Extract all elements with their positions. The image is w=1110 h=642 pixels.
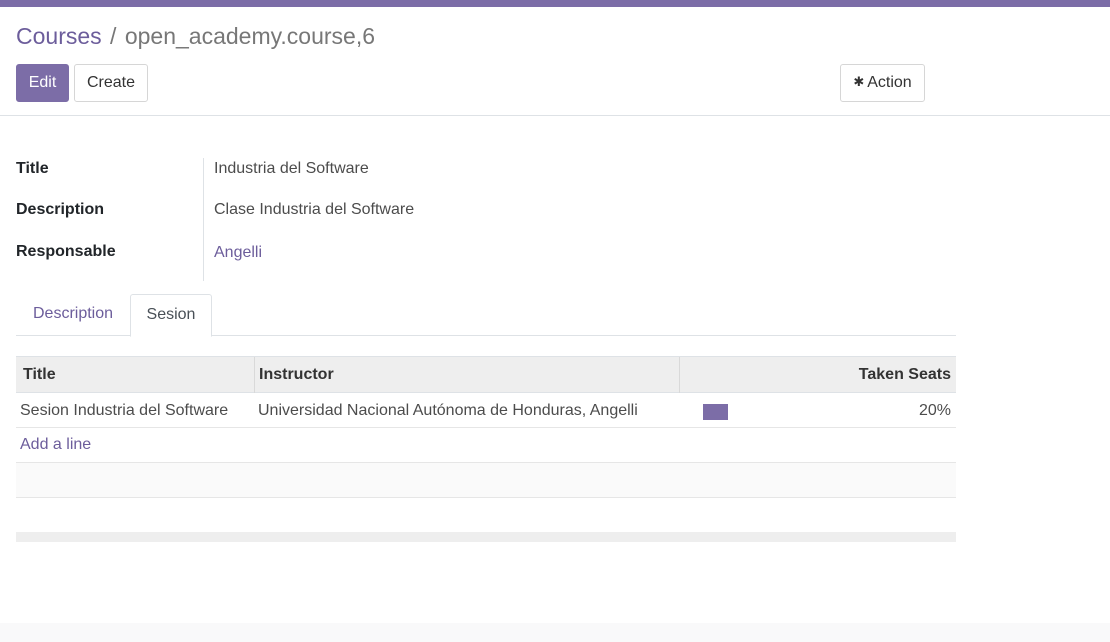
breadcrumb-courses-link[interactable]: Courses [16,23,102,49]
action-button[interactable]: ✱ Action [840,64,925,102]
column-header-taken-seats[interactable]: Taken Seats [859,357,951,393]
edit-button[interactable]: Edit [16,64,69,102]
form-view: Courses / open_academy.course,6 Edit Cre… [0,7,1110,623]
breadcrumb-separator: / [110,23,117,49]
empty-row [16,463,956,498]
control-panel: Courses / open_academy.course,6 Edit Cre… [0,7,1110,116]
cell-title: Sesion Industria del Software [20,402,229,419]
empty-row [16,498,956,533]
taken-seats-progressbar [703,404,827,420]
table-footer [16,532,956,542]
progressbar-fill [703,404,728,420]
cell-instructor: Universidad Nacional Autónoma de Hondura… [258,402,638,419]
breadcrumb: Courses / open_academy.course,6 [16,22,375,50]
field-separator [203,158,204,281]
breadcrumb-current: open_academy.course,6 [124,23,376,49]
add-line-row: Add a line [16,428,956,463]
field-value-title: Industria del Software [214,160,369,177]
table-row[interactable]: Sesion Industria del Software Universida… [16,393,956,428]
table-header: Title Instructor Taken Seats [16,356,956,393]
cell-taken-seats: 20% [918,402,951,419]
column-divider [254,357,255,393]
field-label-title: Title [16,160,49,177]
field-value-responsable-link[interactable]: Angelli [214,244,262,262]
field-label-responsable: Responsable [16,243,116,260]
field-value-description: Clase Industria del Software [214,201,415,218]
add-line-link[interactable]: Add a line [20,428,91,462]
top-navbar [0,0,1110,7]
column-header-title[interactable]: Title [23,357,56,393]
tab-description[interactable]: Description [16,294,130,336]
gear-icon: ✱ [853,74,865,89]
column-header-instructor[interactable]: Instructor [259,357,334,393]
field-label-description: Description [16,201,105,218]
column-divider [679,357,680,393]
tab-sesion[interactable]: Sesion [130,294,212,337]
create-button[interactable]: Create [74,64,148,102]
notebook-tabs: Description Sesion [16,294,956,337]
action-label: Action [867,74,912,91]
